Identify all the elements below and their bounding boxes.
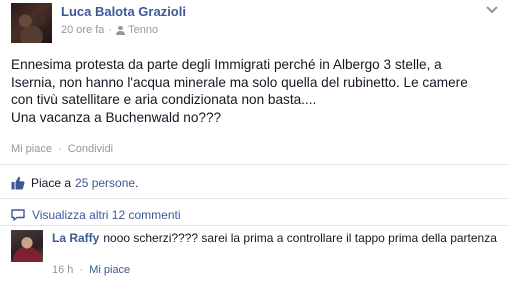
comment-meta-separator: · xyxy=(79,264,84,276)
post-audience[interactable]: Tenno xyxy=(128,24,158,36)
post-timestamp[interactable]: 20 ore fa xyxy=(61,24,104,36)
post-actions: Mi piace · Condividi xyxy=(11,143,113,155)
comment-like-button[interactable]: Mi piace xyxy=(89,264,130,276)
view-more-comments[interactable]: Visualizza altri 12 commenti xyxy=(11,208,181,222)
post-body-line: Ennesima protesta da parte degli Immigra… xyxy=(11,57,442,72)
author-name[interactable]: Luca Balota Grazioli xyxy=(61,4,186,19)
comment-meta: 16 h · Mi piace xyxy=(52,264,130,276)
actions-separator: · xyxy=(58,143,62,155)
comment-text: nooo scherzi???? sarei la prima a contro… xyxy=(103,231,497,245)
post-body-line: Una vacanza a Buchenwald no??? xyxy=(11,109,222,125)
likes-prefix: Piace a xyxy=(31,176,72,190)
divider xyxy=(0,164,509,165)
commenter-avatar[interactable] xyxy=(11,230,43,262)
view-more-comments-label[interactable]: Visualizza altri 12 commenti xyxy=(32,208,181,222)
likes-count-link[interactable]: 25 persone xyxy=(75,176,135,190)
comment-bubble-icon xyxy=(11,209,25,221)
commenter-name[interactable]: La Raffy xyxy=(52,231,99,245)
author-avatar[interactable] xyxy=(11,3,52,43)
post-meta: 20 ore fa · Tenno xyxy=(61,24,158,36)
post-body: Ennesima protesta da parte degli Immigra… xyxy=(11,56,503,126)
like-button[interactable]: Mi piace xyxy=(11,143,52,155)
post-body-line: Isernia, non hanno l'acqua minerale ma s… xyxy=(11,74,468,90)
comment-body: La Raffy nooo scherzi???? sarei la prima … xyxy=(52,230,500,246)
share-button[interactable]: Condividi xyxy=(68,143,113,155)
likes-summary: Piace a 25 persone . xyxy=(11,176,138,190)
meta-separator: · xyxy=(108,24,113,36)
post-body-line: con tivù satellitare e aria condizionata… xyxy=(11,92,317,107)
facebook-post: Luca Balota Grazioli 20 ore fa · Tenno E… xyxy=(0,0,509,286)
divider xyxy=(0,225,509,226)
people-icon xyxy=(116,25,126,35)
chevron-down-icon[interactable] xyxy=(486,6,498,14)
thumbs-up-icon xyxy=(11,176,25,190)
divider xyxy=(0,198,509,199)
likes-suffix: . xyxy=(135,176,139,190)
comment-timestamp[interactable]: 16 h xyxy=(52,264,73,276)
